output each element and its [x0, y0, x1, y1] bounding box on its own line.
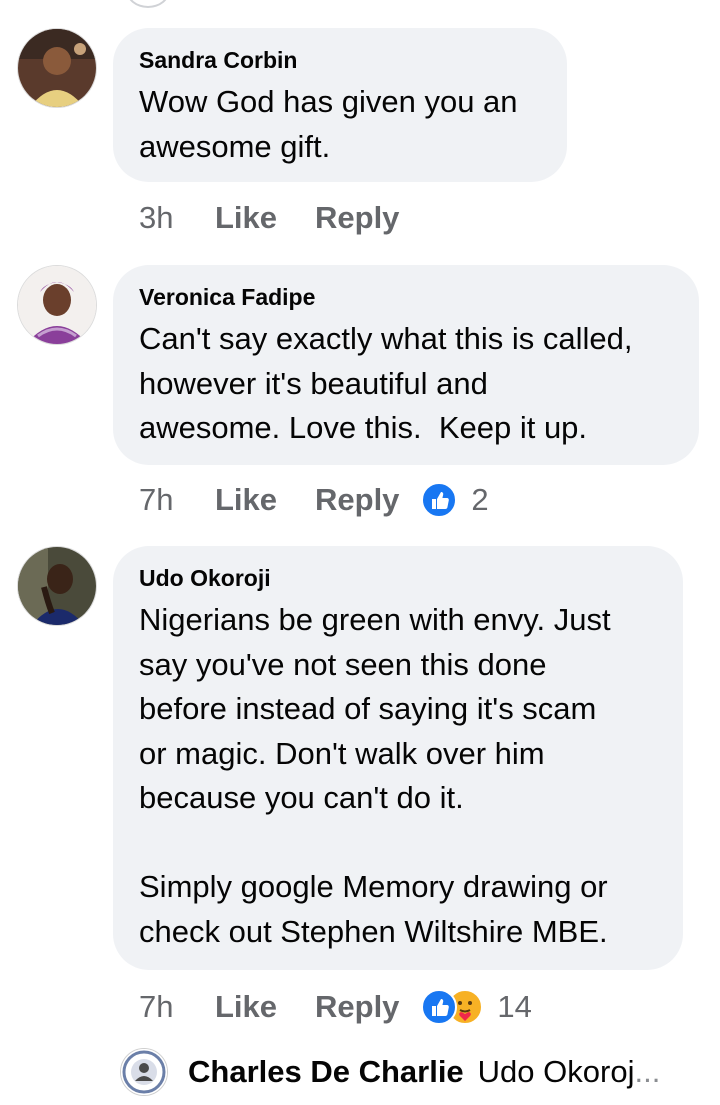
- like-button[interactable]: Like: [215, 989, 315, 1025]
- comment-bubble: Sandra Corbin Wow God has given you an a…: [113, 28, 567, 182]
- reply-button[interactable]: Reply: [315, 200, 399, 236]
- comment-author[interactable]: Sandra Corbin: [139, 46, 541, 74]
- reply-author[interactable]: Charles De Charlie: [188, 1054, 464, 1090]
- comment-actions: 7h Like Reply 2: [139, 478, 489, 522]
- thumbs-up-icon: [421, 989, 458, 1025]
- comment-actions: 3h Like Reply: [139, 196, 421, 240]
- comment-text: Wow God has given you an awesome gift.: [139, 84, 518, 164]
- comment-actions: 7h Like Reply 14: [139, 985, 532, 1029]
- reply-preview[interactable]: Charles De Charlie Udo Okoroj...: [120, 1044, 660, 1100]
- comment-bubble: Veronica Fadipe Can't say exactly what t…: [113, 265, 699, 465]
- reply-text: Udo Okoroj: [477, 1054, 635, 1089]
- comment-author[interactable]: Veronica Fadipe: [139, 283, 673, 311]
- comment-bubble: Udo Okoroji Nigerians be green with envy…: [113, 546, 683, 970]
- reactions-summary[interactable]: 14: [421, 989, 532, 1025]
- previous-avatar-edge: [126, 0, 170, 8]
- avatar-udo[interactable]: [17, 546, 97, 626]
- reaction-count: 14: [497, 989, 532, 1024]
- thumbs-up-icon: [421, 482, 458, 518]
- comment-time[interactable]: 7h: [139, 989, 215, 1025]
- reply-button[interactable]: Reply: [315, 482, 399, 518]
- reaction-count: 2: [471, 482, 489, 517]
- like-button[interactable]: Like: [215, 482, 315, 518]
- comment-time[interactable]: 7h: [139, 482, 215, 518]
- truncation-ellipsis: ...: [634, 1054, 661, 1089]
- avatar-sandra[interactable]: [17, 28, 97, 108]
- comment-author[interactable]: Udo Okoroji: [139, 564, 657, 592]
- comment-time[interactable]: 3h: [139, 200, 215, 236]
- like-button[interactable]: Like: [215, 200, 315, 236]
- reactions-summary[interactable]: 2: [421, 482, 489, 518]
- avatar-veronica[interactable]: [17, 265, 97, 345]
- comment-text: Can't say exactly what this is called, h…: [139, 321, 633, 445]
- reply-button[interactable]: Reply: [315, 989, 399, 1025]
- comment-text: Nigerians be green with envy. Just say y…: [139, 602, 611, 949]
- avatar-charles[interactable]: [120, 1048, 168, 1096]
